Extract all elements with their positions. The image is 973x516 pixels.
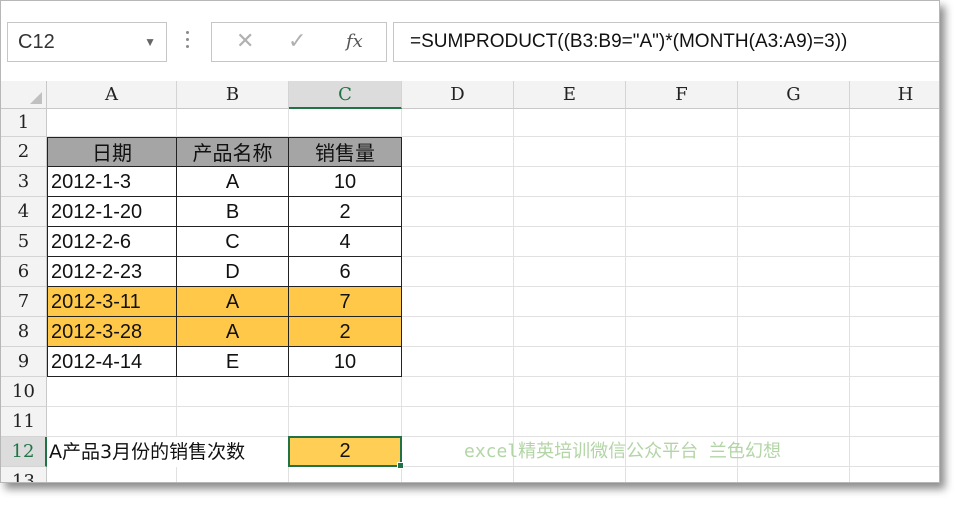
row-header-3[interactable]: 3 [1,167,47,197]
formula-buttons: ✕ ✓ fx [211,22,387,62]
table-cell[interactable]: 10 [289,347,402,377]
active-cell-c12[interactable]: 2 [288,436,402,467]
row-header-6[interactable]: 6 [1,257,47,287]
chevron-down-icon[interactable]: ▼ [144,23,156,61]
table-cell[interactable]: A [177,167,289,197]
table-cell[interactable]: A [177,287,289,317]
table-cell[interactable]: E [177,347,289,377]
table-cell[interactable]: B [177,197,289,227]
table-header-cell[interactable]: 销售量 [289,137,402,167]
drag-handle-icon[interactable] [185,31,191,51]
column-header-f[interactable]: F [626,81,738,109]
table-cell[interactable]: 7 [289,287,402,317]
table-cell[interactable]: 10 [289,167,402,197]
summary-label[interactable]: A产品3月份的销售次数 [47,437,289,467]
row-header-2[interactable]: 2 [1,137,47,167]
column-header-d[interactable]: D [402,81,514,109]
row-header-5[interactable]: 5 [1,227,47,257]
table-cell[interactable]: 6 [289,257,402,287]
column-header-g[interactable]: G [738,81,850,109]
insert-function-icon[interactable]: fx [346,23,363,61]
table-cell[interactable]: 2012-2-23 [47,257,177,287]
cancel-icon[interactable]: ✕ [236,23,254,61]
column-header-b[interactable]: B [177,81,289,109]
fill-handle[interactable] [397,462,404,469]
table-cell[interactable]: 4 [289,227,402,257]
summary-value: 2 [339,440,351,462]
row-header-7[interactable]: 7 [1,287,47,317]
table-cell[interactable]: 2012-3-28 [47,317,177,347]
table-cell[interactable]: 2 [289,317,402,347]
row-header-13[interactable]: 13 [1,467,47,482]
column-header-e[interactable]: E [514,81,626,109]
table-cell[interactable]: 2012-1-3 [47,167,177,197]
enter-icon[interactable]: ✓ [288,23,306,61]
row-header-8[interactable]: 8 [1,317,47,347]
name-box[interactable]: C12 ▼ [7,22,167,62]
row-header-10[interactable]: 10 [1,377,47,407]
row-header-12[interactable]: 12 [1,437,47,467]
formula-bar: C12 ▼ ✕ ✓ fx =SUMPRODUCT((B3:B9="A")*(MO… [1,1,939,81]
table-cell[interactable]: 2 [289,197,402,227]
name-box-value: C12 [18,31,55,53]
table-header-cell[interactable]: 日期 [47,137,177,167]
table-cell[interactable]: 2012-2-6 [47,227,177,257]
column-header-a[interactable]: A [47,81,177,109]
column-header-c[interactable]: C [289,81,402,109]
row-header-4[interactable]: 4 [1,197,47,227]
row-header-9[interactable]: 9 [1,347,47,377]
table-cell[interactable]: 2012-1-20 [47,197,177,227]
column-header-h[interactable]: H [850,81,939,109]
excel-window: C12 ▼ ✕ ✓ fx =SUMPRODUCT((B3:B9="A")*(MO… [0,0,940,483]
table-cell[interactable]: D [177,257,289,287]
table-header-cell[interactable]: 产品名称 [177,137,289,167]
table-cell[interactable]: C [177,227,289,257]
select-all-button[interactable] [1,81,47,109]
watermark-text: excel精英培训微信公众平台 兰色幻想 [464,441,782,462]
row-header-11[interactable]: 11 [1,407,47,437]
table-cell[interactable]: 2012-4-14 [47,347,177,377]
gridline [47,406,939,407]
table-cell[interactable]: A [177,317,289,347]
row-header-1[interactable]: 1 [1,109,47,137]
formula-input[interactable]: =SUMPRODUCT((B3:B9="A")*(MONTH(A3:A9)=3)… [393,22,939,62]
table-cell[interactable]: 2012-3-11 [47,287,177,317]
